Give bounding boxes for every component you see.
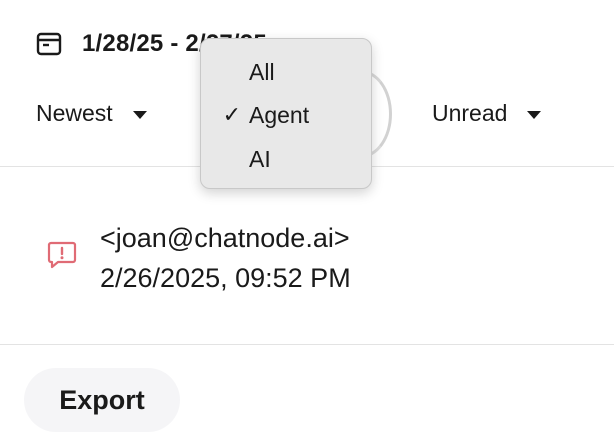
message-list-item[interactable]: <joan@chatnode.ai> 2/26/2025, 09:52 PM	[0, 167, 614, 344]
checkmark-icon: ✓	[222, 102, 241, 127]
sort-dropdown[interactable]: Newest	[36, 96, 147, 130]
calendar-icon	[36, 32, 62, 56]
menu-item-agent[interactable]: ✓ Agent	[201, 95, 371, 135]
menu-item-label: Agent	[249, 101, 310, 128]
read-status-dropdown[interactable]: Unread	[432, 96, 542, 130]
message-sender: <joan@chatnode.ai>	[100, 223, 350, 253]
alert-message-icon	[47, 241, 77, 269]
menu-item-label: AI	[249, 145, 271, 172]
sort-dropdown-label: Newest	[36, 99, 113, 126]
divider	[0, 344, 614, 345]
menu-item-label: All	[249, 58, 275, 85]
caret-down-icon	[132, 110, 147, 119]
menu-item-all[interactable]: All	[201, 52, 371, 92]
export-button[interactable]: Export	[24, 368, 180, 432]
message-timestamp: 2/26/2025, 09:52 PM	[100, 263, 351, 293]
menu-item-ai[interactable]: AI	[201, 139, 371, 179]
type-dropdown-menu: All ✓ Agent AI	[200, 38, 372, 189]
read-status-dropdown-label: Unread	[432, 99, 508, 126]
caret-down-icon	[527, 110, 542, 119]
